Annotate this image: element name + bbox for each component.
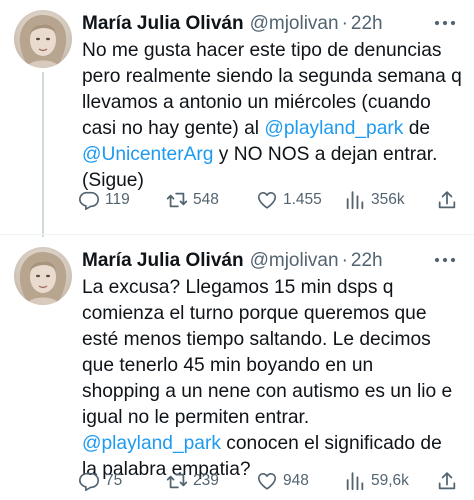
timestamp[interactable]: 22h	[351, 250, 383, 272]
tweet-text-segment: La excusa? Llegamos 15 min dsps q	[82, 277, 394, 298]
tweet-text-segment: pero realmente siendo la segunda semana …	[82, 66, 462, 87]
views-count: 59,6k	[371, 472, 409, 489]
reply-button[interactable]: 75	[78, 467, 122, 495]
like-button[interactable]: 948	[256, 467, 309, 495]
separator-dot: ·	[341, 250, 348, 271]
avatar[interactable]	[14, 10, 72, 68]
tweet-text-segment: igual no le permiten entrar.	[82, 407, 310, 428]
tweet-text-line: shopping a un nene con autismo es un lio…	[82, 379, 462, 405]
thread-connector-line	[42, 72, 44, 237]
retweet-button[interactable]: 239	[166, 467, 219, 495]
author-name[interactable]: María Julia Oliván	[82, 250, 244, 272]
tweet[interactable]: María Julia Oliván @mjolivan · 22h No me…	[0, 0, 474, 237]
views-icon	[346, 472, 364, 491]
share-icon	[438, 191, 456, 209]
reply-count: 119	[105, 191, 130, 208]
author-handle[interactable]: @mjolivan	[250, 13, 339, 35]
reply-icon	[79, 472, 99, 491]
retweet-count: 548	[193, 191, 219, 208]
share-icon	[438, 472, 456, 490]
heart-icon	[257, 192, 277, 209]
tweet-text-segment: llevamos a antonio un miércoles (cuando	[82, 92, 431, 113]
avatar[interactable]	[14, 247, 72, 305]
like-count: 1.455	[283, 191, 322, 208]
views-button[interactable]: 356k	[344, 186, 405, 214]
tweet-text-line: @playland_park conocen el significado de	[82, 431, 462, 457]
tweet-actions: 119 548 1.455 356k	[78, 186, 463, 214]
tweet-text-line: pero realmente siendo la segunda semana …	[82, 64, 462, 90]
tweet-text-segment: de	[403, 118, 431, 139]
tweet-text-segment: y NO NOS a dejan entrar.	[213, 144, 438, 165]
heart-icon	[257, 473, 277, 490]
tweet-text-segment: conocen el significado de	[220, 433, 442, 454]
mention-link[interactable]: @playland_park	[264, 118, 403, 139]
separator-dot: ·	[341, 13, 348, 34]
author-name[interactable]: María Julia Oliván	[82, 13, 244, 35]
tweet-text-line: esté menos tiempo saltando. Le decimos	[82, 327, 462, 353]
reply-button[interactable]: 119	[78, 186, 130, 214]
share-button[interactable]	[436, 467, 458, 495]
tweet-text-line: No me gusta hacer este tipo de denuncias	[82, 38, 462, 64]
mention-link[interactable]: @playland_park	[82, 433, 221, 454]
tweet-text: La excusa? Llegamos 15 min dsps q comienz…	[82, 275, 462, 483]
like-count: 948	[283, 472, 309, 489]
tweet-header: María Julia Oliván @mjolivan · 22h	[82, 249, 383, 273]
tweet-text-line: comienza el turno porque queremos que	[82, 301, 462, 327]
like-button[interactable]: 1.455	[256, 186, 322, 214]
tweet-text-segment: que tenerlo 45 min boyando en un	[82, 355, 374, 376]
tweet-text-segment: No me gusta hacer este tipo de denuncias	[82, 40, 442, 61]
views-count: 356k	[371, 191, 405, 208]
tweet-text-segment: comienza el turno porque queremos que	[82, 303, 427, 324]
tweet-text-segment: esté menos tiempo saltando. Le decimos	[82, 329, 431, 350]
views-button[interactable]: 59,6k	[344, 467, 409, 495]
tweet-text-line: llevamos a antonio un miércoles (cuando	[82, 90, 462, 116]
tweet-text: No me gusta hacer este tipo de denuncias…	[82, 38, 462, 194]
retweet-button[interactable]: 548	[166, 186, 219, 214]
tweet-text-line: La excusa? Llegamos 15 min dsps q	[82, 275, 462, 301]
tweet[interactable]: María Julia Oliván @mjolivan · 22h La ex…	[0, 237, 474, 500]
share-button[interactable]	[436, 186, 458, 214]
tweet-text-line: @UnicenterArg y NO NOS a dejan entrar.	[82, 142, 462, 168]
tweet-text-segment: casi no hay gente) al	[82, 118, 265, 139]
reply-count: 75	[105, 472, 123, 489]
tweet-header: María Julia Oliván @mjolivan · 22h	[82, 12, 383, 36]
views-icon	[346, 191, 364, 210]
more-icon[interactable]	[432, 12, 458, 34]
tweet-text-line: igual no le permiten entrar.	[82, 405, 462, 431]
retweet-count: 239	[193, 472, 219, 489]
tweet-actions: 75 239 948 59,6k	[78, 467, 463, 495]
retweet-icon	[166, 192, 188, 208]
reply-icon	[79, 191, 99, 210]
more-icon[interactable]	[432, 249, 458, 271]
tweet-divider	[0, 234, 474, 235]
author-handle[interactable]: @mjolivan	[250, 250, 339, 272]
thread: María Julia Oliván @mjolivan · 22h No me…	[0, 0, 474, 500]
timestamp[interactable]: 22h	[351, 13, 383, 35]
tweet-text-line: que tenerlo 45 min boyando en un	[82, 353, 462, 379]
mention-link[interactable]: @UnicenterArg	[82, 144, 213, 165]
tweet-text-line: casi no hay gente) al @playland_park de	[82, 116, 462, 142]
tweet-text-segment: shopping a un nene con autismo es un lio…	[82, 381, 453, 402]
retweet-icon	[166, 473, 188, 489]
